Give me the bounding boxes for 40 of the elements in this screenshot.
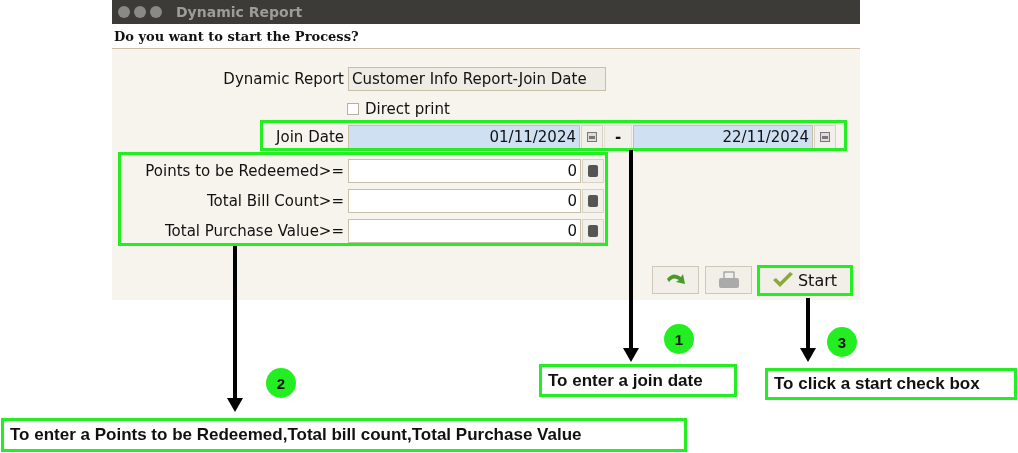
callout-text: To enter a join date <box>539 364 737 397</box>
refresh-button[interactable] <box>652 266 699 294</box>
step-number: 3 <box>827 327 857 357</box>
number-field[interactable]: 0 <box>348 219 581 243</box>
step-number: 1 <box>664 324 694 354</box>
calculator-icon <box>588 165 598 177</box>
print-button[interactable] <box>705 266 752 294</box>
field-label: Join Date <box>274 128 345 146</box>
calculator-button[interactable] <box>582 219 604 243</box>
step-number: 2 <box>266 368 296 398</box>
callout-text: To enter a Points to be Redeemed,Total bill count,Total Purchase Value <box>1 418 687 452</box>
window-title: Dynamic Report <box>176 4 303 20</box>
date-picker-button[interactable] <box>581 125 603 149</box>
date-picker-button[interactable] <box>814 125 836 149</box>
field-label: Dynamic Report <box>222 70 345 88</box>
date-field[interactable]: 01/11/2024 <box>348 125 580 149</box>
calendar-icon <box>587 132 597 142</box>
checkbox-label: Direct print <box>365 100 450 118</box>
checkmark-icon <box>771 272 794 288</box>
number-field[interactable]: 0 <box>348 159 581 183</box>
date-separator: - <box>614 128 622 146</box>
calculator-icon <box>588 225 598 237</box>
minimize-icon[interactable] <box>134 6 146 18</box>
date-field[interactable]: 22/11/2024 <box>633 125 813 149</box>
arrow <box>800 298 816 362</box>
number-field[interactable]: 0 <box>348 189 581 213</box>
printer-icon <box>717 271 740 289</box>
field-label: Points to be Redeemed>= <box>144 162 345 180</box>
field-label: Total Bill Count>= <box>205 192 345 210</box>
maximize-icon[interactable] <box>150 6 162 18</box>
prompt-text: Do you want to start the Process? <box>112 24 860 49</box>
calculator-button[interactable] <box>582 189 604 213</box>
calculator-icon <box>588 195 598 207</box>
close-icon[interactable] <box>118 6 130 18</box>
calculator-button[interactable] <box>582 159 604 183</box>
report-field[interactable]: Customer Info Report-Join Date <box>348 67 606 91</box>
calendar-icon <box>820 132 830 142</box>
field-label: Total Purchase Value>= <box>164 222 345 240</box>
checkbox[interactable] <box>347 103 359 115</box>
callout-text: To click a start check box <box>765 368 1017 400</box>
